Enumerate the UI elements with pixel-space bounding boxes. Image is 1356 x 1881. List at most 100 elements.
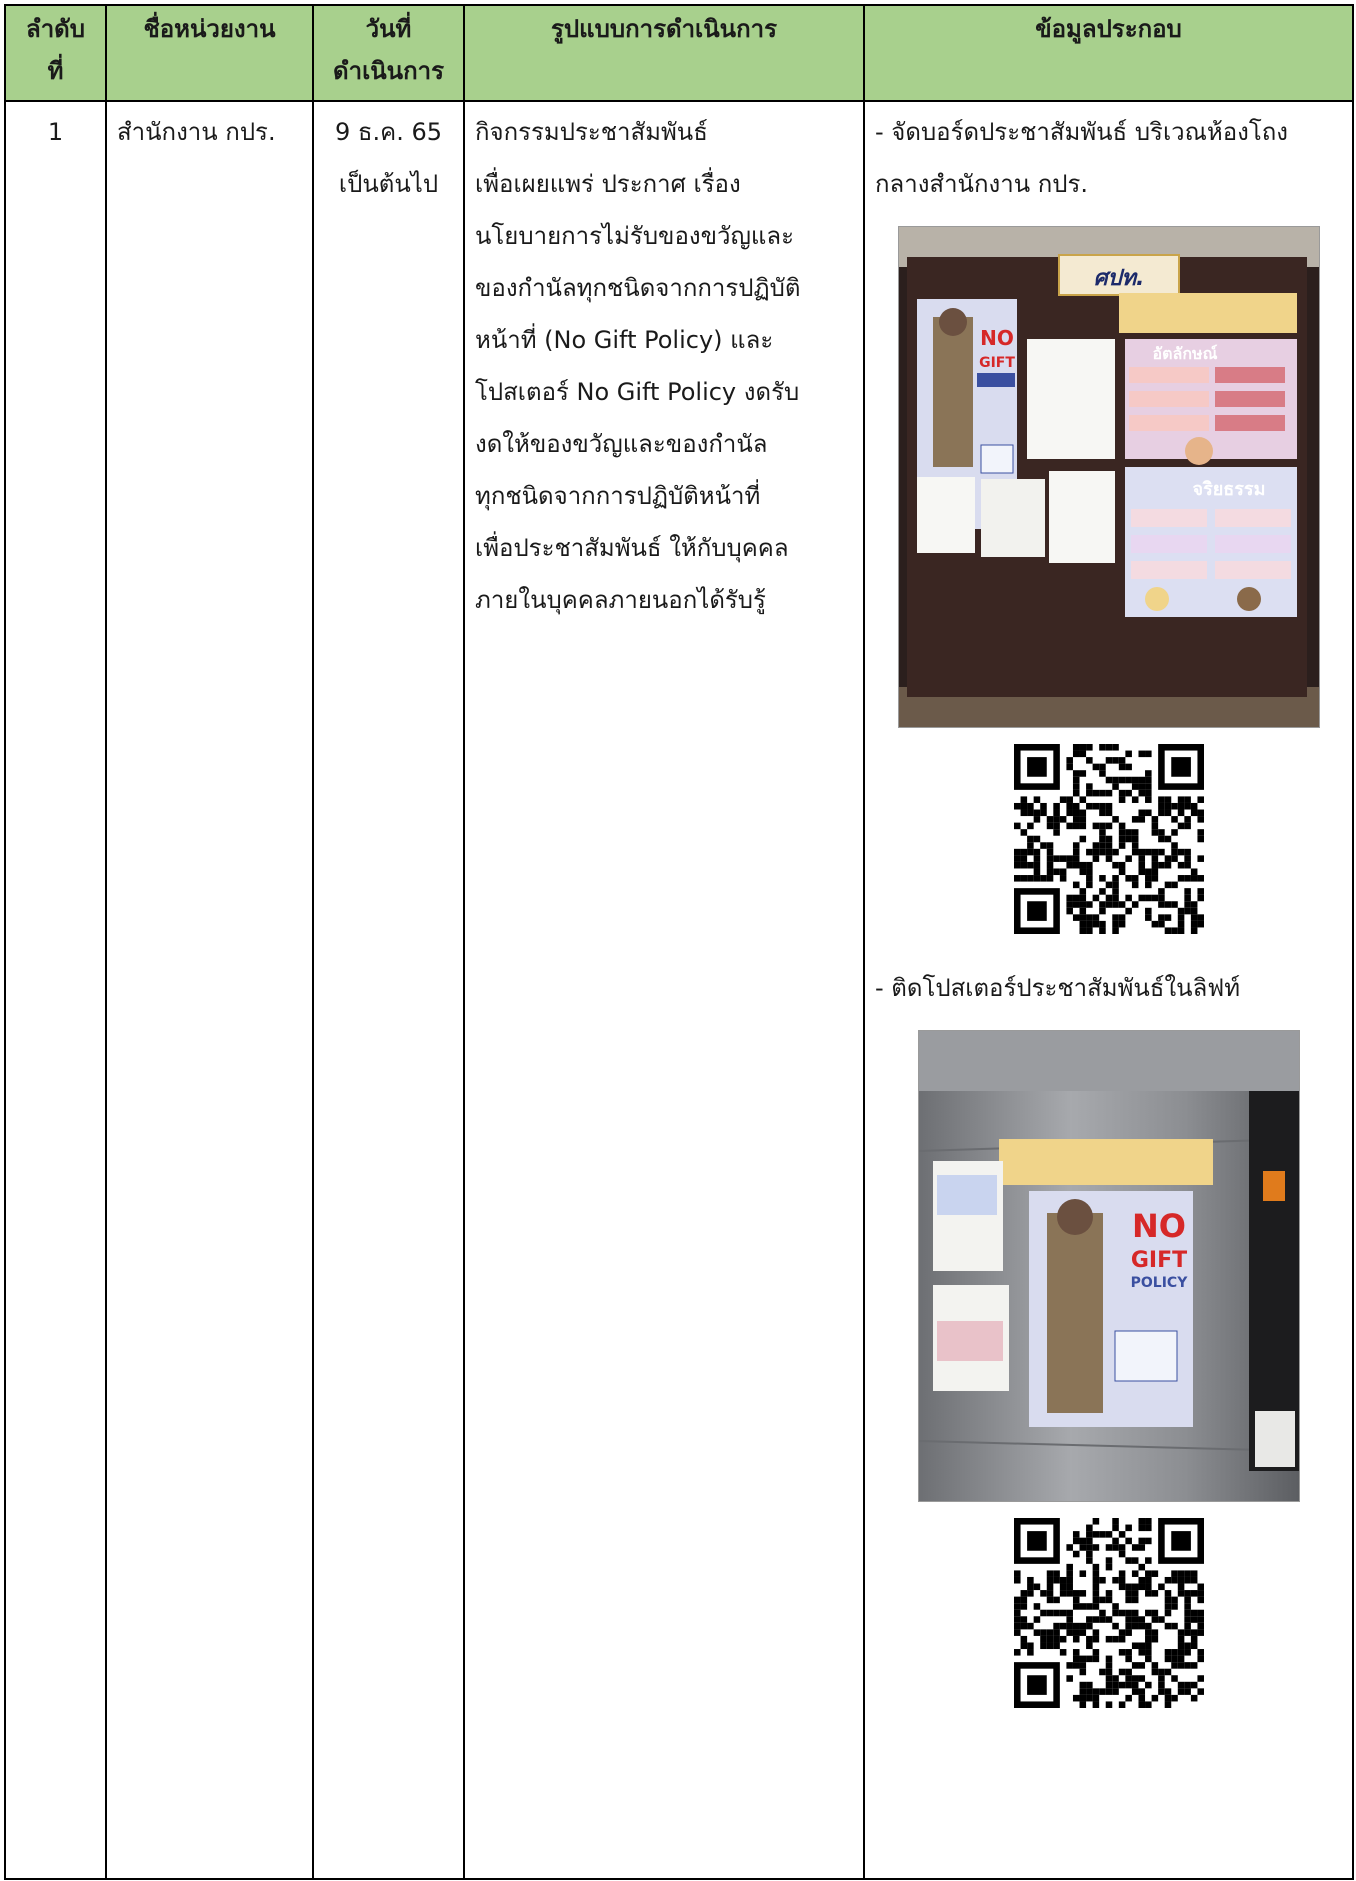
qr-module: [1065, 855, 1073, 862]
qr-module: [1111, 1681, 1119, 1689]
qr-module: [1177, 861, 1184, 869]
qr-module: [1092, 1655, 1099, 1663]
qr-module: [1092, 1590, 1099, 1597]
elevator-poster-photo: NO GIFT POLICY: [917, 1030, 1300, 1502]
qr-module: [1196, 888, 1204, 895]
qr-module: [1065, 1576, 1073, 1584]
qr-module: [1118, 1649, 1125, 1656]
qr-module: [1170, 829, 1178, 836]
qr-module: [1072, 1649, 1080, 1656]
qr-module: [1065, 1544, 1073, 1551]
qr-module: [1072, 1622, 1080, 1630]
qr-module: [1013, 822, 1021, 830]
qr-module: [1183, 1616, 1191, 1623]
qr-module: [1020, 829, 1027, 836]
document-page: ลำดับ ที่ ชื่อหน่วยงาน วันที่ ดำเนินการ …: [0, 0, 1356, 1881]
header-no: ลำดับ ที่: [4, 4, 107, 102]
qr-finder-square: [1026, 757, 1047, 777]
qr-module: [1177, 927, 1184, 934]
qr-module: [1098, 809, 1106, 817]
qr-finder-square: [1026, 901, 1047, 921]
qr-module: [1118, 1570, 1125, 1577]
qr-module: [1105, 757, 1112, 764]
qr-module: [1033, 1583, 1040, 1591]
qr-module: [1072, 914, 1080, 921]
qr-module: [1131, 796, 1138, 803]
qr-module: [1190, 914, 1197, 921]
qr-module: [1111, 1603, 1119, 1610]
qr-module: [1033, 816, 1040, 823]
qr-module: [1059, 1609, 1066, 1617]
qr-module: [1137, 783, 1145, 790]
qr-module: [1196, 809, 1204, 817]
qr-module: [1013, 1576, 1021, 1584]
method-line: ทุกชนิดจากการปฏิบัติหน้าที่: [475, 482, 761, 510]
header-date: วันที่ ดำเนินการ: [312, 4, 465, 102]
qr-module: [1118, 901, 1125, 908]
qr-module: [1131, 1544, 1138, 1551]
qr-module: [1085, 757, 1093, 764]
qr-module: [1079, 1668, 1086, 1676]
qr-module: [1151, 875, 1158, 882]
qr-module: [1072, 789, 1080, 797]
qr-module: [1177, 796, 1184, 803]
qr-module: [1072, 750, 1080, 758]
qr-module: [1144, 1642, 1152, 1650]
qr-module: [1079, 1662, 1086, 1669]
qr-module: [1164, 1688, 1171, 1695]
qr-module: [1190, 1642, 1197, 1650]
qr-module: [1072, 744, 1080, 751]
elevator-poster-no-text: NO: [1132, 1207, 1186, 1245]
qr-module: [1124, 1583, 1132, 1591]
qr-module: [1157, 1688, 1165, 1695]
qr-module: [1105, 789, 1112, 797]
qr-module: [1079, 1694, 1086, 1702]
qr-module: [1079, 1701, 1086, 1708]
qr-module: [1092, 1544, 1099, 1551]
qr-module: [1085, 1642, 1093, 1650]
qr-module: [1092, 1635, 1099, 1643]
qr-module: [1020, 1616, 1027, 1623]
qr-module: [1085, 802, 1093, 810]
qr-module: [1072, 802, 1080, 810]
qr-module: [1085, 1531, 1093, 1538]
qr-module: [1137, 1576, 1145, 1584]
method-line: เพื่อเผยแพร่ ประกาศ เรื่อง: [475, 170, 741, 198]
qr-module: [1111, 1609, 1119, 1617]
qr-module: [1124, 907, 1132, 915]
qr-module: [1039, 842, 1047, 849]
qr-module: [1020, 1590, 1027, 1597]
qr-module: [1079, 816, 1086, 823]
qr-module: [1170, 1655, 1178, 1663]
qr-module: [1092, 1694, 1099, 1702]
qr-module: [1098, 802, 1106, 810]
qr-module: [1196, 829, 1204, 836]
qr-module: [1144, 1524, 1152, 1532]
qr-module: [1177, 907, 1184, 915]
qr-module: [1111, 1675, 1119, 1682]
activity-table: ลำดับ ที่ ชื่อหน่วยงาน วันที่ ดำเนินการ …: [4, 4, 1354, 1880]
qr-module: [1196, 835, 1204, 843]
qr-module: [1164, 901, 1171, 908]
qr-module: [1177, 1590, 1184, 1597]
qr-module: [1105, 1668, 1112, 1676]
qr-module: [1052, 829, 1060, 836]
qr-module: [1157, 1583, 1165, 1591]
qr-module: [1144, 789, 1152, 797]
qr-module: [1046, 816, 1053, 823]
qr-module: [1144, 1681, 1152, 1689]
qr-module: [1151, 855, 1158, 862]
qr-module: [1033, 1616, 1040, 1623]
qr-module: [1013, 861, 1021, 869]
qr-module: [1111, 783, 1119, 790]
qr-module: [1046, 1570, 1053, 1577]
qr-module: [1092, 1531, 1099, 1538]
qr-module: [1033, 1629, 1040, 1636]
qr-module: [1170, 901, 1178, 908]
qr-module: [1144, 1635, 1152, 1643]
qr-module: [1190, 1590, 1197, 1597]
qr-module: [1124, 763, 1132, 771]
qr-module: [1190, 1662, 1197, 1669]
qr-module: [1131, 1570, 1138, 1577]
qr-module: [1105, 848, 1112, 856]
